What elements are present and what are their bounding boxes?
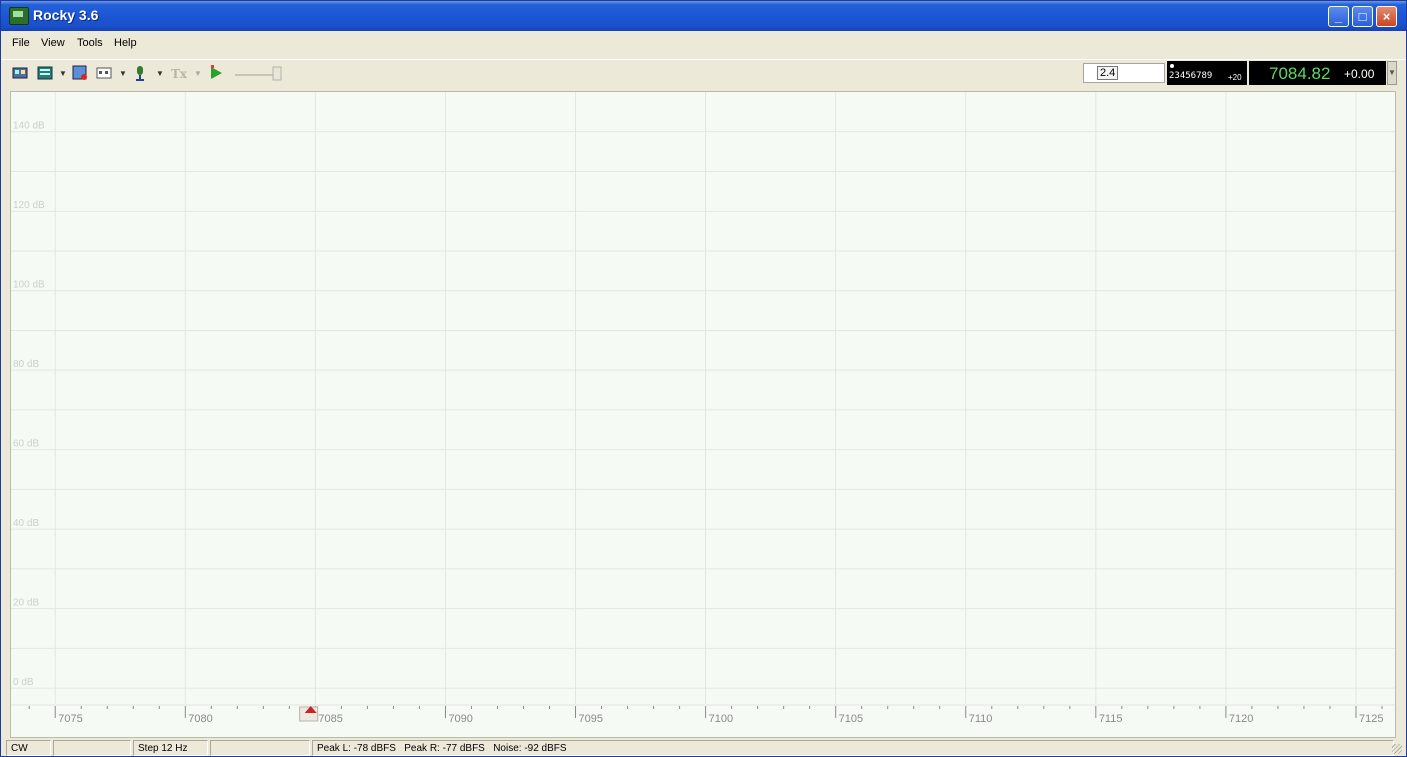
app-window: Rocky 3.6 _ □ × File View Tools Help ▼ ▼… [0, 0, 1407, 757]
menu-bar: File View Tools Help [1, 35, 1406, 55]
chevron-down-icon[interactable]: ▼ [59, 69, 67, 78]
close-icon: × [1382, 9, 1391, 24]
maximize-button[interactable]: □ [1352, 6, 1373, 27]
frequency-value: 7084.82 [1269, 64, 1331, 83]
status-cell-empty [210, 740, 310, 756]
mode-status: CW [6, 740, 51, 756]
frequency-display[interactable]: 7084.82 +0.00 [1249, 61, 1386, 85]
db-label: 80 dB [13, 359, 39, 370]
resize-grip-icon[interactable] [1392, 744, 1402, 754]
close-button[interactable]: × [1376, 6, 1397, 27]
db-label: 60 dB [13, 439, 39, 450]
chevron-down-icon[interactable]: ▼ [119, 69, 127, 78]
chevron-down-icon[interactable]: ▼ [156, 69, 164, 78]
microphone-icon[interactable] [132, 65, 148, 81]
memory-icon[interactable] [96, 65, 112, 81]
step-indicator-icon [1170, 64, 1174, 68]
waterfall-icon[interactable] [72, 65, 88, 81]
sound-card-icon[interactable] [12, 65, 28, 81]
freq-label: 7100 [709, 713, 733, 725]
step-status: Step 12 Hz [133, 740, 208, 756]
freq-label: 7090 [448, 713, 472, 725]
volume-slider[interactable] [233, 65, 285, 81]
step-dial[interactable]: 23456789 +20 [1167, 61, 1247, 85]
level-status: Peak L: -78 dBFS Peak R: -77 dBFS Noise:… [312, 740, 1394, 756]
maximize-icon: □ [1358, 9, 1367, 24]
menu-view[interactable]: View [41, 37, 65, 49]
freq-label: 7080 [188, 713, 212, 725]
db-label: 40 dB [13, 518, 39, 529]
status-bar: CW Step 12 Hz Peak L: -78 dBFS Peak R: -… [1, 740, 1406, 757]
menu-help[interactable]: Help [114, 37, 137, 49]
svg-text:Tx: Tx [171, 67, 187, 81]
spectrum-display[interactable]: 140 dB 120 dB 100 dB 80 dB 60 dB 40 dB 20 dB 0 … [10, 91, 1396, 738]
window-title: Rocky 3.6 [33, 7, 99, 23]
chevron-down-icon[interactable]: ▼ [194, 69, 202, 78]
freq-label: 7115 [1099, 713, 1123, 725]
tx-icon[interactable]: Tx [171, 65, 187, 81]
db-label: 140 dB [13, 121, 45, 132]
menu-file[interactable]: File [12, 37, 30, 49]
digit-offset: +20 [1228, 73, 1242, 82]
display-mode-icon[interactable] [37, 65, 53, 81]
spectrum-canvas[interactable]: 140 dB 120 dB 100 dB 80 dB 60 dB 40 dB 20 dB 0 … [11, 92, 1395, 737]
app-icon[interactable] [9, 7, 29, 25]
freq-label: 7125 [1359, 713, 1383, 725]
toolbar: ▼ ▼ ▼ Tx ▼ 2.4 23456789 +20 7084.82 +0.0… [1, 59, 1406, 88]
chevron-down-icon: ▼ [1388, 68, 1396, 77]
db-label: 100 dB [13, 280, 45, 291]
freq-label: 7095 [579, 713, 603, 725]
play-icon[interactable] [208, 65, 224, 81]
digit-scale: 23456789 [1169, 71, 1213, 81]
freq-label: 7110 [969, 713, 993, 725]
db-label: 120 dB [13, 200, 45, 211]
freq-label: 7120 [1229, 713, 1253, 725]
gain-value: 2.4 [1097, 66, 1119, 80]
freq-label: 7075 [58, 713, 82, 725]
freq-label: 7105 [839, 713, 863, 725]
minimize-button[interactable]: _ [1328, 6, 1349, 27]
title-bar[interactable]: Rocky 3.6 _ □ × [1, 1, 1406, 31]
gain-field[interactable]: 2.4 [1083, 63, 1165, 83]
frequency-dropdown[interactable]: ▼ [1387, 61, 1397, 85]
menu-tools[interactable]: Tools [77, 37, 103, 49]
status-cell-empty [53, 740, 131, 756]
db-label: 0 dB [13, 677, 34, 688]
rit-offset: +0.00 [1344, 67, 1375, 81]
db-label: 20 dB [13, 598, 39, 609]
freq-label: 7085 [318, 713, 342, 725]
minimize-icon: _ [1334, 9, 1343, 24]
